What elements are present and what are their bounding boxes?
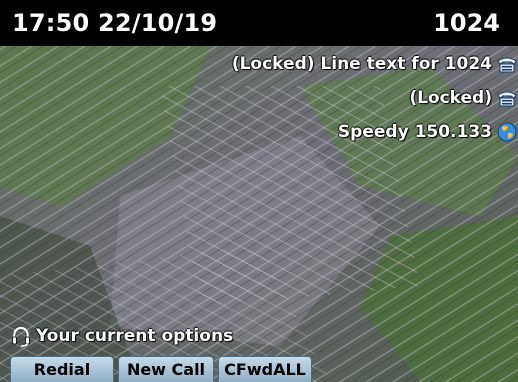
softkey-bar: Redial New Call CFwdALL (0, 356, 518, 382)
status-bar: 17:50 22/10/19 1024 (0, 0, 518, 46)
desk-phone-icon (497, 91, 517, 107)
desk-phone-icon (497, 57, 517, 73)
prompt-text: Your current options (36, 326, 234, 346)
phone-screen: 17:50 22/10/19 1024 (Locked) Line text f… (0, 0, 518, 382)
globe-icon (497, 122, 517, 142)
line-2[interactable]: (Locked) (409, 84, 518, 112)
line-1[interactable]: (Locked) Line text for 1024 (232, 50, 518, 78)
prompt-line: Your current options (10, 322, 233, 350)
speed-dial-label: Speedy 150.133 (337, 122, 492, 142)
headset-icon (12, 326, 30, 347)
speed-dial-1[interactable]: Speedy 150.133 (338, 118, 518, 146)
extension-number: 1024 (433, 9, 500, 37)
line-2-label: (Locked) (409, 88, 492, 108)
line-1-label: (Locked) Line text for 1024 (231, 54, 492, 74)
date-time: 17:50 22/10/19 (12, 9, 218, 37)
call-forward-all-softkey[interactable]: CFwdALL (218, 356, 312, 382)
new-call-softkey[interactable]: New Call (118, 356, 214, 382)
redial-softkey[interactable]: Redial (10, 356, 114, 382)
